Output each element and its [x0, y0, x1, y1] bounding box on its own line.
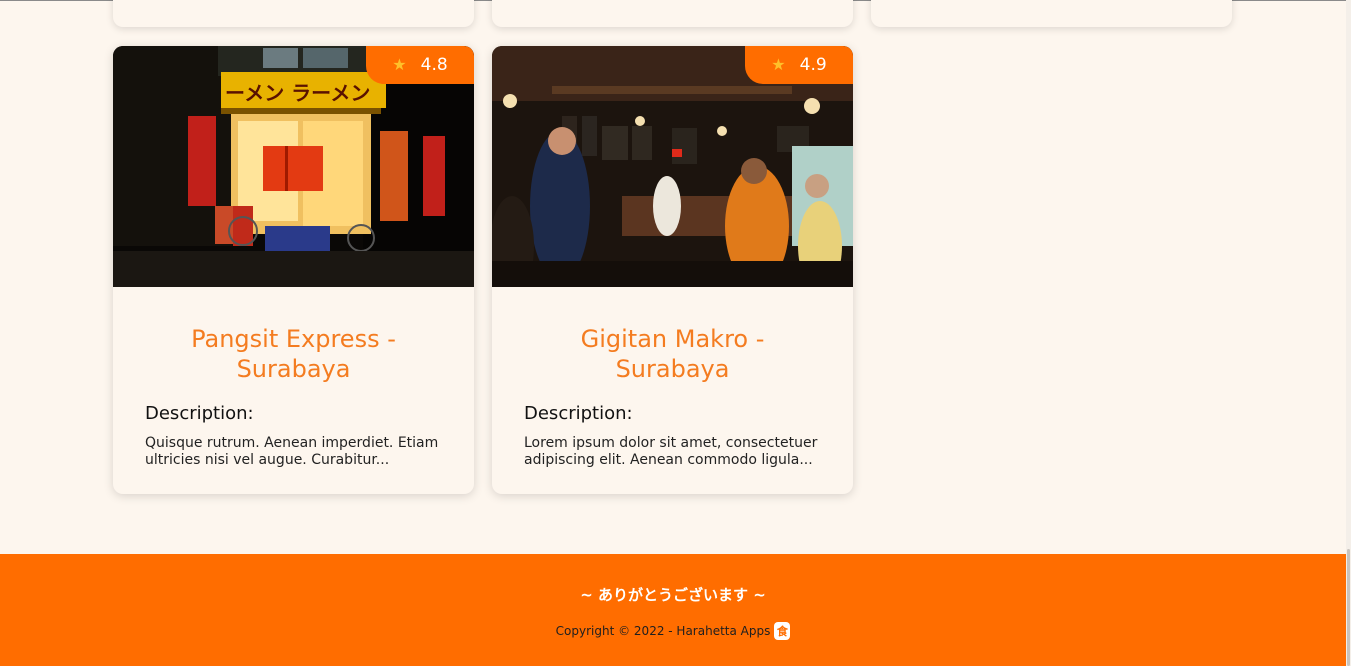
restaurant-name-text[interactable]: Gigitan Makro - Surabaya: [548, 324, 798, 384]
rating-badge: ★ 4.9: [745, 46, 853, 84]
restaurant-name[interactable]: Pangsit Express - Surabaya: [113, 324, 474, 384]
copyright-text: Copyright © 2022 - Harahetta Apps: [555, 624, 771, 638]
app-icon: 食: [774, 622, 791, 640]
rating-value: 4.9: [799, 55, 827, 75]
svg-text:ーメン ラーメン: ーメン ラーメン: [225, 81, 370, 105]
description-text: Quisque rutrum. Aenean imperdiet. Etiam …: [145, 435, 439, 468]
description-heading: Description:: [145, 403, 254, 424]
page-footer: ~ ありがとうございます ~ Copyright © 2022 - Harahe…: [0, 554, 1346, 666]
rating-value: 4.8: [420, 55, 448, 75]
footer-thanks: ~ ありがとうございます ~: [580, 586, 766, 604]
restaurant-card[interactable]: ★ 4.9 Gigitan Makro - Surabaya Descripti…: [492, 46, 853, 494]
restaurant-card[interactable]: ーメン ラーメン ★ 4.8 Pangsit Express - Surabay…: [113, 46, 474, 494]
page-scrollbar[interactable]: [1346, 0, 1351, 666]
previous-card-1[interactable]: [113, 0, 474, 27]
previous-card-2[interactable]: [492, 0, 853, 27]
star-icon: ★: [392, 55, 407, 74]
restaurant-name[interactable]: Gigitan Makro - Surabaya: [492, 324, 853, 384]
scrollbar-thumb[interactable]: [1347, 549, 1350, 666]
description-text: Lorem ipsum dolor sit amet, consectetuer…: [524, 435, 818, 468]
rating-badge: ★ 4.8: [366, 46, 474, 84]
restaurant-name-text[interactable]: Pangsit Express - Surabaya: [169, 324, 419, 384]
description-heading: Description:: [524, 403, 633, 424]
footer-copyright: Copyright © 2022 - Harahetta Apps 食: [0, 622, 1346, 640]
previous-card-3[interactable]: [871, 0, 1232, 27]
star-icon: ★: [771, 55, 786, 74]
